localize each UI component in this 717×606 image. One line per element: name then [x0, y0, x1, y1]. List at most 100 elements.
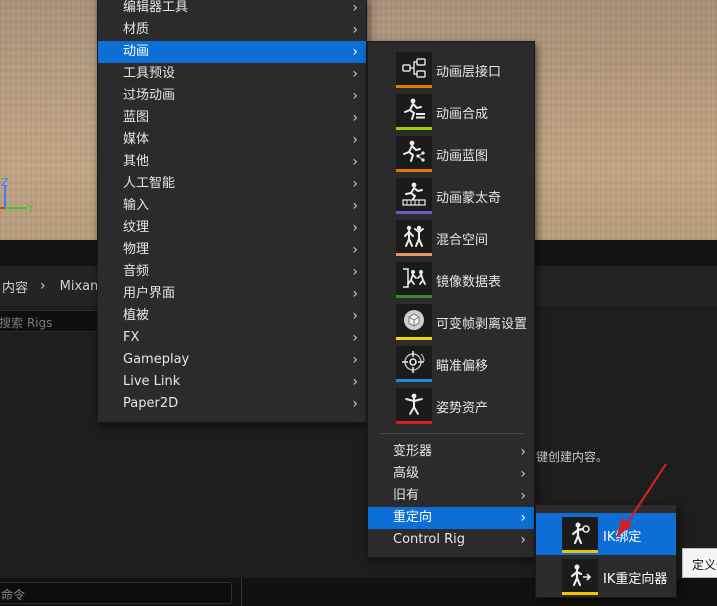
chevron-right-icon: ›: [352, 154, 358, 170]
menu-item-label: 旧有: [393, 488, 420, 503]
menu-item-label: 材质: [123, 22, 150, 37]
menu-item-miscellaneous[interactable]: 其他 ›: [98, 151, 366, 173]
menu-item-label: 音频: [123, 264, 150, 279]
menu-item-label: 动画蓝图: [436, 149, 489, 164]
breadcrumb-item-content[interactable]: 内容: [2, 277, 28, 296]
menu-item-cinematics[interactable]: 过场动画 ›: [98, 85, 366, 107]
menu-item-tool-presets[interactable]: 工具预设 ›: [98, 63, 366, 85]
menu-item-aim-offset[interactable]: 瞄准偏移: [394, 346, 534, 386]
menu-item-label: 用户界面: [123, 286, 176, 301]
menu-item-ik-retargeter[interactable]: IK重定向器: [536, 555, 676, 597]
menu-item-deformers[interactable]: 变形器 ›: [368, 441, 534, 463]
chevron-right-icon: ›: [40, 278, 46, 294]
menu-item-anim-composite[interactable]: 动画合成: [394, 94, 534, 134]
chevron-right-icon: ›: [352, 352, 358, 368]
menu-item-label: 输入: [123, 198, 150, 213]
chevron-right-icon: ›: [520, 488, 526, 504]
menu-item-label: IK重定向器: [603, 572, 668, 587]
menu-item-label: 重定向: [393, 510, 433, 525]
chevron-right-icon: ›: [520, 510, 526, 526]
menu-item-label: 编辑器工具: [123, 0, 189, 15]
menu-item-paper2d[interactable]: Paper2D ›: [98, 393, 366, 415]
menu-item-gameplay[interactable]: Gameplay ›: [98, 349, 366, 371]
menu-item-label: FX: [123, 330, 140, 345]
chevron-right-icon: ›: [352, 132, 358, 148]
menu-item-animation[interactable]: 动画 ›: [98, 41, 366, 63]
ik-retargeter-icon: [562, 559, 598, 595]
chevron-right-icon: ›: [352, 110, 358, 126]
menu-item-label: 混合空间: [436, 233, 489, 248]
menu-item-material[interactable]: 材质 ›: [98, 19, 366, 41]
menu-item-anim-blueprint[interactable]: 动画蓝图: [394, 136, 534, 176]
menu-item-input[interactable]: 输入 ›: [98, 195, 366, 217]
menu-item-texture[interactable]: 纹理 ›: [98, 217, 366, 239]
menu-item-user-interface[interactable]: 用户界面 ›: [98, 283, 366, 305]
blend-space-icon: [396, 220, 432, 256]
ik-rig-icon: [562, 517, 598, 553]
menu-item-label: 镜像数据表: [436, 275, 502, 290]
pose-asset-icon: [396, 388, 432, 424]
menu-item-label: Live Link: [123, 374, 181, 389]
chevron-right-icon: ›: [352, 374, 358, 390]
menu-item-label: Paper2D: [123, 396, 179, 411]
menu-item-label: 人工智能: [123, 176, 176, 191]
menu-item-media[interactable]: 媒体 ›: [98, 129, 366, 151]
animation-submenu: 动画层接口 动画合成 动画蓝图 动画蒙太奇 混合空间 镜像数据表 可变帧剥离设置…: [367, 41, 535, 558]
menu-item-physics[interactable]: 物理 ›: [98, 239, 366, 261]
menu-item-variable-frame-strip[interactable]: 可变帧剥离设置: [394, 304, 534, 344]
menu-item-editor-tools[interactable]: 编辑器工具 ›: [98, 0, 366, 19]
command-input[interactable]: 命令: [0, 582, 232, 604]
menu-item-advanced[interactable]: 高级 ›: [368, 463, 534, 485]
menu-item-label: 姿势资产: [436, 401, 489, 416]
menu-item-foliage[interactable]: 植被 ›: [98, 305, 366, 327]
chevron-right-icon: ›: [352, 242, 358, 258]
menu-item-ai[interactable]: 人工智能 ›: [98, 173, 366, 195]
divider: [241, 578, 242, 606]
variable-frame-strip-icon: [396, 304, 432, 340]
menu-item-blend-space[interactable]: 混合空间: [394, 220, 534, 260]
menu-item-label: 植被: [123, 308, 150, 323]
empty-folder-message: 键创建内容。: [536, 450, 609, 464]
annotation-arrow-icon: [616, 463, 667, 538]
chevron-right-icon: ›: [352, 330, 358, 346]
chevron-right-icon: ›: [352, 88, 358, 104]
create-asset-menu: 编辑器工具 › 材质 › 动画 › 工具预设 › 过场动画 › 蓝图 › 媒体 › 其他 › 人…: [97, 0, 367, 423]
aim-offset-icon: [396, 346, 432, 382]
chevron-right-icon: ›: [520, 532, 526, 548]
menu-separator: [380, 433, 524, 434]
chevron-right-icon: ›: [520, 466, 526, 482]
menu-item-label: 过场动画: [123, 88, 176, 103]
menu-item-label: 瞄准偏移: [436, 359, 489, 374]
menu-item-label: 动画层接口: [436, 65, 502, 80]
menu-item-label: 变形器: [393, 444, 433, 459]
menu-item-mirror-data-table[interactable]: 镜像数据表: [394, 262, 534, 302]
chevron-right-icon: ›: [352, 66, 358, 82]
anim-composite-icon: [396, 94, 432, 130]
menu-item-live-link[interactable]: Live Link ›: [98, 371, 366, 393]
menu-item-label: 动画: [123, 44, 150, 59]
anim-blueprint-icon: [396, 136, 432, 172]
menu-item-retargeting[interactable]: 重定向 ›: [368, 507, 534, 529]
menu-item-pose-asset[interactable]: 姿势资产: [394, 388, 534, 428]
anim-layer-interface-icon: [396, 52, 432, 88]
menu-item-label: 其他: [123, 154, 150, 169]
menu-item-label: 动画蒙太奇: [436, 191, 502, 206]
gizmo-y-label: Y: [26, 202, 34, 215]
menu-item-audio[interactable]: 音频 ›: [98, 261, 366, 283]
gizmo-z-label: Z: [1, 176, 9, 189]
menu-item-label: 高级: [393, 466, 420, 481]
menu-item-anim-montage[interactable]: 动画蒙太奇: [394, 178, 534, 218]
menu-item-legacy[interactable]: 旧有 ›: [368, 485, 534, 507]
chevron-right-icon: ›: [520, 444, 526, 460]
chevron-right-icon: ›: [352, 0, 358, 16]
menu-item-blueprint[interactable]: 蓝图 ›: [98, 107, 366, 129]
chevron-right-icon: ›: [352, 264, 358, 280]
menu-item-label: 物理: [123, 242, 150, 257]
menu-item-fx[interactable]: FX ›: [98, 327, 366, 349]
menu-item-anim-layer-interface[interactable]: 动画层接口: [394, 52, 534, 92]
search-input[interactable]: 搜索 Rigs: [0, 310, 98, 332]
menu-item-label: 动画合成: [436, 107, 489, 122]
menu-item-control-rig[interactable]: Control Rig ›: [368, 529, 534, 551]
menu-item-label: 可变帧剥离设置: [436, 317, 528, 332]
animation-submenu-categories: 变形器 › 高级 › 旧有 › 重定向 › Control Rig ›: [368, 441, 534, 551]
